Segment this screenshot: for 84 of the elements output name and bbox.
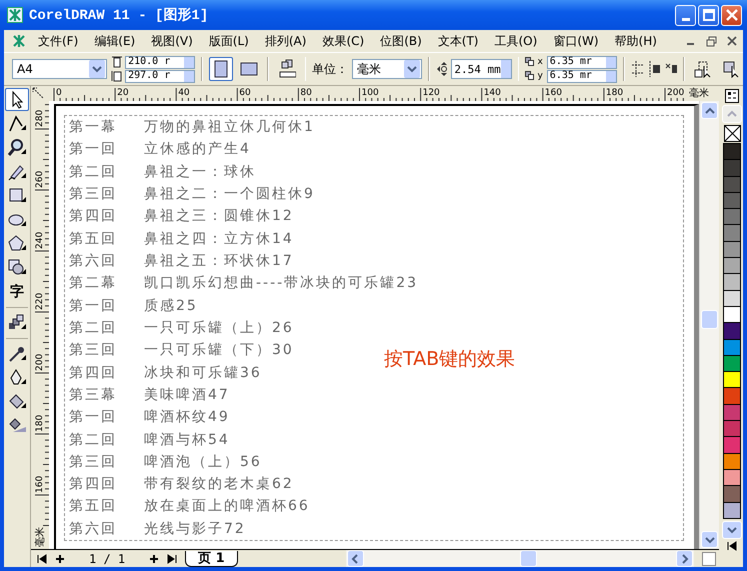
menu-item[interactable]: 视图(V) xyxy=(151,32,193,50)
chapter-label: 第五回 xyxy=(69,497,118,516)
chapter-title: 立休感的产生4 xyxy=(144,140,251,158)
ruler-label: 180 xyxy=(35,414,45,432)
ruler-label: 140 xyxy=(484,88,501,98)
duplicate-x-field[interactable]: 6.35 mr xyxy=(546,56,617,68)
chapter-label: 第一回 xyxy=(69,408,118,426)
menu-item[interactable]: 文件(F) xyxy=(38,32,78,50)
menu-item[interactable]: 编辑(E) xyxy=(94,32,136,50)
menu-item[interactable]: 工具(O) xyxy=(494,32,538,50)
ruler-label: 160 xyxy=(35,476,45,493)
ruler-label: 220 xyxy=(35,292,45,310)
duplicate-y-field[interactable]: 6.35 mr xyxy=(546,70,617,82)
ruler-label: 40 xyxy=(178,88,190,98)
chapter-title: 啤酒泡（上）56 xyxy=(144,452,262,471)
chapter-title: 万物的鼻祖立休几何休1 xyxy=(144,118,315,136)
chapter-label: 第一回 xyxy=(69,140,118,158)
ruler-label: 20 xyxy=(117,88,129,98)
unit-dropdown[interactable]: 毫米 xyxy=(352,59,422,79)
chapter-title: 光线与影子72 xyxy=(144,520,246,538)
chapter-title: 美味啤酒47 xyxy=(144,386,230,404)
chapter-title: 鼻祖之三：圆锥休12 xyxy=(144,207,294,226)
ruler-label: 240 xyxy=(35,232,45,249)
ruler-label: 80 xyxy=(300,88,312,98)
chapter-label: 第二回 xyxy=(69,318,118,337)
menu-item[interactable]: 效果(C) xyxy=(322,32,364,50)
ruler-label: 180 xyxy=(606,88,624,98)
chapter-title: 质感25 xyxy=(144,296,198,315)
chapter-title: 凯口凯乐幻想曲----带冰块的可乐罐23 xyxy=(144,274,418,292)
nudge-field[interactable]: 2.54 mm xyxy=(451,59,512,79)
chapter-label: 第三幕 xyxy=(69,386,118,404)
chapter-label: 第六回 xyxy=(69,252,118,270)
ruler-label: 0 xyxy=(56,88,62,98)
ruler-label: 260 xyxy=(35,170,45,188)
chapter-title: 鼻祖之一：球休 xyxy=(144,162,256,181)
ruler-unit: 毫米 xyxy=(35,527,46,547)
chapter-title: 放在桌面上的啤酒杯66 xyxy=(144,497,310,516)
menu-item[interactable]: 排列(A) xyxy=(264,32,306,50)
chapter-label: 第三回 xyxy=(69,185,118,204)
page-counter: 1 / 1 xyxy=(89,552,126,566)
menu-item[interactable]: 帮助(H) xyxy=(614,32,657,50)
chapter-title: 啤酒杯纹49 xyxy=(144,408,230,426)
axis-label: y xyxy=(537,71,543,81)
menu-item[interactable]: 版面(L) xyxy=(208,32,249,50)
ruler-label: 280 xyxy=(35,110,45,127)
menu-item[interactable]: 位图(B) xyxy=(380,32,422,50)
chapter-title: 鼻祖之二：一个圆柱休9 xyxy=(144,185,315,204)
page-size-dropdown[interactable]: A4 xyxy=(12,59,108,79)
chapter-label: 第四回 xyxy=(69,475,118,494)
unit-label: 单位： xyxy=(312,60,348,78)
ruler-label: 200 xyxy=(667,88,684,98)
chapter-label: 第二幕 xyxy=(69,274,118,292)
chapter-label: 第六回 xyxy=(69,520,118,538)
chapter-label: 第四回 xyxy=(69,207,118,226)
chapter-title: 带有裂纹的老木桌62 xyxy=(144,475,294,494)
chapter-label: 第一回 xyxy=(69,296,118,315)
chapter-label: 第五回 xyxy=(69,230,118,248)
menu-item[interactable]: 窗口(W) xyxy=(553,32,599,50)
chapter-label: 第二回 xyxy=(69,162,118,181)
window-title: CorelDRAW 11 - [图形1] xyxy=(29,6,208,24)
ruler-label: 60 xyxy=(239,88,251,98)
ruler-label: 160 xyxy=(544,88,562,98)
chapter-label: 第一幕 xyxy=(69,118,118,136)
ruler-unit: 毫米 xyxy=(689,88,709,99)
height-field[interactable]: 297.0 r xyxy=(125,70,196,82)
chapter-label: 第三回 xyxy=(69,452,118,471)
axis-label: x xyxy=(537,57,543,67)
ruler-label: 200 xyxy=(35,354,45,371)
page-tab[interactable]: 页 1 xyxy=(185,550,238,566)
annotation-text: 按TAB键的效果 xyxy=(384,347,516,372)
chapter-title: 鼻祖之四：立方休14 xyxy=(144,230,294,248)
text-tool[interactable]: 字 xyxy=(5,280,29,303)
chapter-label: 第二回 xyxy=(69,430,118,449)
chapter-title: 啤酒与杯54 xyxy=(144,430,230,449)
ruler-label: 120 xyxy=(422,88,440,98)
ruler-label: 100 xyxy=(362,88,379,98)
chapter-label: 第四回 xyxy=(69,364,118,382)
chapter-title: 一只可乐罐（上）26 xyxy=(144,318,294,337)
chapter-title: 冰块和可乐罐36 xyxy=(144,364,262,382)
menu-item[interactable]: 文本(T) xyxy=(438,32,478,50)
chapter-label: 第三回 xyxy=(69,341,118,360)
width-field[interactable]: 210.0 r xyxy=(125,56,196,68)
chapter-title: 鼻祖之五：环状休17 xyxy=(144,252,294,270)
chapter-title: 一只可乐罐（下）30 xyxy=(144,341,294,360)
